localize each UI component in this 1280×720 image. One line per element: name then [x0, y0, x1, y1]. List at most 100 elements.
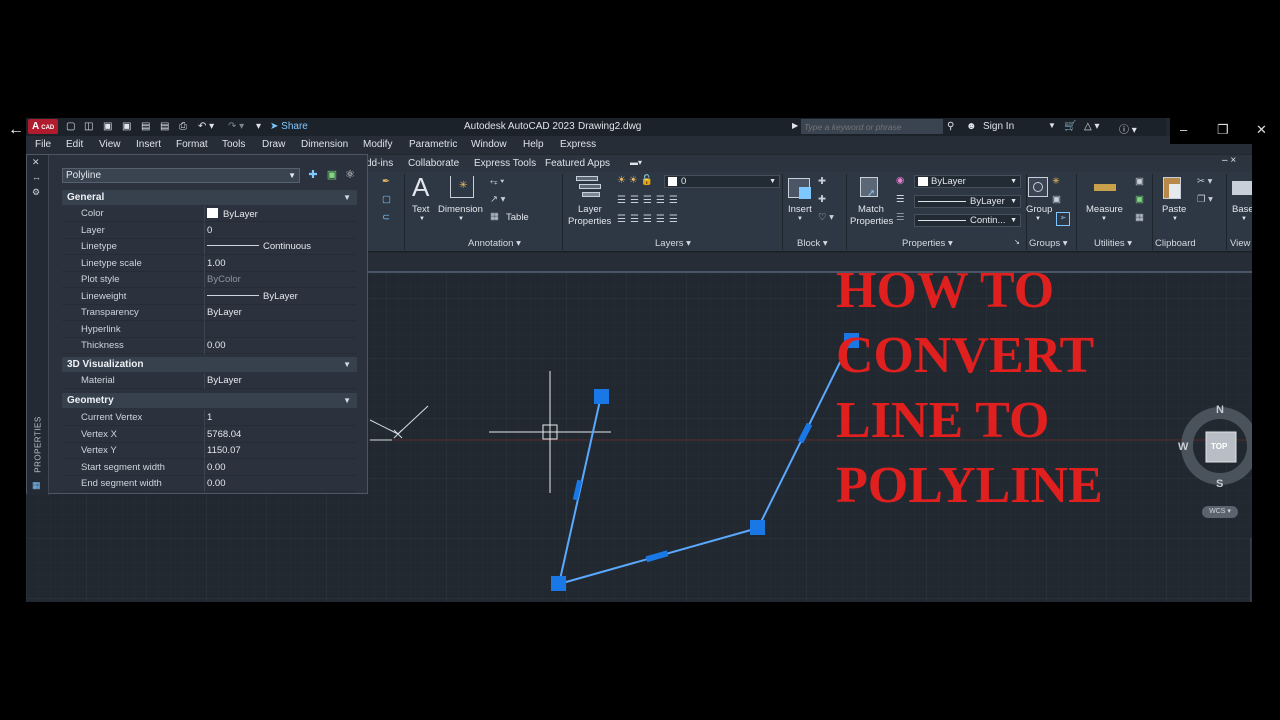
clipboard-panel-title[interactable]: Clipboard [1155, 238, 1196, 249]
search-input[interactable] [801, 119, 943, 134]
linetype-icon[interactable]: ☰ [896, 212, 905, 223]
viewcube-compass[interactable] [1178, 404, 1252, 522]
qat-save-icon[interactable]: ▣ [103, 121, 112, 132]
color-dropdown[interactable]: ByLayer ▼ [914, 175, 1021, 188]
property-row[interactable]: Transparency ByLayer [62, 305, 357, 321]
menu-edit[interactable]: Edit [66, 139, 83, 150]
expand-arrow-icon[interactable]: ▶ [792, 121, 798, 130]
insert-label[interactable]: Insert [788, 204, 812, 215]
group-tools-icon[interactable]: ✳ [1052, 176, 1060, 187]
palette-icon[interactable]: ▦ [32, 480, 41, 491]
paste-label[interactable]: Paste [1162, 204, 1186, 215]
text-tool-label[interactable]: Text [412, 204, 429, 215]
measure-label[interactable]: Measure [1086, 204, 1123, 215]
vertex-grip[interactable] [594, 389, 609, 404]
collapse-icon[interactable]: ▼ [343, 357, 351, 372]
linetype-dropdown[interactable]: Contin... ▼ [914, 214, 1021, 227]
match-label-1[interactable]: Match [858, 204, 884, 215]
property-row[interactable]: Color ByLayer [62, 206, 357, 222]
object-type-dropdown[interactable]: Polyline ▼ [62, 168, 300, 183]
sign-in-button[interactable]: Sign In [983, 121, 1014, 132]
view-panel-title[interactable]: View ▾ [1230, 238, 1252, 249]
qat-more-icon[interactable]: ▾ [256, 121, 261, 132]
dropdown-arrow-icon[interactable]: ▼ [1241, 216, 1247, 222]
section-geometry[interactable]: Geometry ▼ [62, 393, 357, 408]
menu-view[interactable]: View [99, 139, 121, 150]
compass-west[interactable]: W [1178, 441, 1188, 453]
close-icon[interactable]: ✕ [32, 157, 40, 168]
property-row[interactable]: Linetype scale 1.00 [62, 256, 357, 272]
menu-express[interactable]: Express [560, 139, 596, 150]
property-row[interactable]: Thickness 0.00 [62, 338, 357, 354]
minimize-icon[interactable]: – [1180, 122, 1187, 137]
menu-window[interactable]: Window [471, 139, 507, 150]
layer-dropdown[interactable]: 0 ▼ [664, 175, 780, 188]
copy-icon[interactable]: ❐ ▾ [1197, 194, 1213, 205]
linear-dim-icon[interactable]: ⥆ ▾ [490, 176, 504, 187]
help-icon[interactable]: ⓘ ▾ [1119, 121, 1137, 136]
layer-properties-label-2[interactable]: Properties [568, 216, 611, 227]
block-panel-title[interactable]: Block ▾ [797, 238, 828, 249]
user-icon[interactable]: ☻ [966, 121, 977, 132]
section-general[interactable]: General ▼ [62, 190, 357, 205]
draw-tool-icon[interactable]: ▢ [382, 194, 391, 205]
property-row[interactable]: Vertex X 5768.04 [62, 427, 357, 443]
annotation-panel-title[interactable]: Annotation ▾ [468, 238, 521, 249]
dropdown-arrow-icon[interactable]: ▼ [1035, 216, 1041, 222]
panel-launcher-icon[interactable]: ↘ [1014, 238, 1020, 246]
menu-draw[interactable]: Draw [262, 139, 285, 150]
color-wheel-icon[interactable]: ◉ [896, 175, 904, 186]
share-button[interactable]: ➤ Share [270, 121, 308, 132]
collapse-icon[interactable]: ▼ [343, 190, 351, 205]
compass-north[interactable]: N [1216, 404, 1224, 416]
tab-featured-apps[interactable]: Featured Apps [545, 158, 610, 169]
select-objects-icon[interactable]: ▣ [324, 167, 340, 183]
property-row[interactable]: Start segment width 0.00 [62, 460, 357, 476]
utilities-tools-icon[interactable]: ▣ [1135, 194, 1144, 205]
section-3d-visualization[interactable]: 3D Visualization ▼ [62, 357, 357, 372]
navigation-bar[interactable] [1250, 538, 1252, 602]
group-tools-icon[interactable]: ▣ [1052, 194, 1061, 205]
utilities-tools-icon[interactable]: ▣ [1135, 176, 1144, 187]
qat-redo-icon[interactable]: ↷ ▾ [228, 121, 244, 132]
table-tool-label[interactable]: Table [506, 212, 529, 223]
calculator-icon[interactable]: ▦ [1135, 212, 1144, 223]
qat-web-icon[interactable]: ▤ [141, 121, 150, 132]
group-label[interactable]: Group [1026, 204, 1052, 215]
back-arrow-icon[interactable]: ← [8, 121, 26, 139]
menu-file[interactable]: File [35, 139, 51, 150]
draw-tool-icon[interactable]: ✒ [382, 176, 390, 187]
property-row[interactable]: End segment width 0.00 [62, 476, 357, 492]
block-tools-icon[interactable]: ✚ [818, 176, 826, 187]
property-row[interactable]: Vertex Y 1150.07 [62, 443, 357, 459]
groups-panel-title[interactable]: Groups ▾ [1029, 238, 1068, 249]
restore-icon[interactable]: ❐ [1217, 122, 1229, 138]
layer-properties-icon[interactable] [576, 176, 602, 200]
text-tool-icon[interactable]: A [412, 172, 429, 203]
dropdown-arrow-icon[interactable]: ▼ [1101, 216, 1107, 222]
tab-express-tools[interactable]: Express Tools [474, 158, 536, 169]
signin-dropdown-icon[interactable]: ▼ [1048, 121, 1056, 130]
property-row[interactable]: Hyperlink [62, 322, 357, 338]
menu-tools[interactable]: Tools [222, 139, 245, 150]
measure-icon[interactable] [1094, 184, 1116, 191]
table-icon[interactable]: ▦ [490, 211, 499, 222]
menu-parametric[interactable]: Parametric [409, 139, 457, 150]
menu-format[interactable]: Format [176, 139, 208, 150]
property-row[interactable]: Linetype Continuous [62, 239, 357, 255]
close-window-icon[interactable]: ✕ [1256, 122, 1267, 138]
dropdown-arrow-icon[interactable]: ▼ [1172, 216, 1178, 222]
leader-icon[interactable]: ↗ ▾ [490, 194, 505, 205]
paste-icon[interactable] [1163, 177, 1181, 199]
draw-tool-icon[interactable]: ⊂ [382, 212, 390, 223]
vertex-grip[interactable] [551, 576, 566, 591]
menu-help[interactable]: Help [523, 139, 544, 150]
viewcube-top-face[interactable]: TOP [1211, 442, 1227, 451]
base-label[interactable]: Base [1232, 204, 1252, 215]
utilities-panel-title[interactable]: Utilities ▾ [1094, 238, 1132, 249]
layers-panel-title[interactable]: Layers ▾ [655, 238, 691, 249]
property-row[interactable]: Material ByLayer [62, 373, 357, 389]
app-logo[interactable]: A CAD [28, 119, 58, 134]
dimension-tool-label[interactable]: Dimension [438, 204, 483, 215]
menu-dimension[interactable]: Dimension [301, 139, 348, 150]
